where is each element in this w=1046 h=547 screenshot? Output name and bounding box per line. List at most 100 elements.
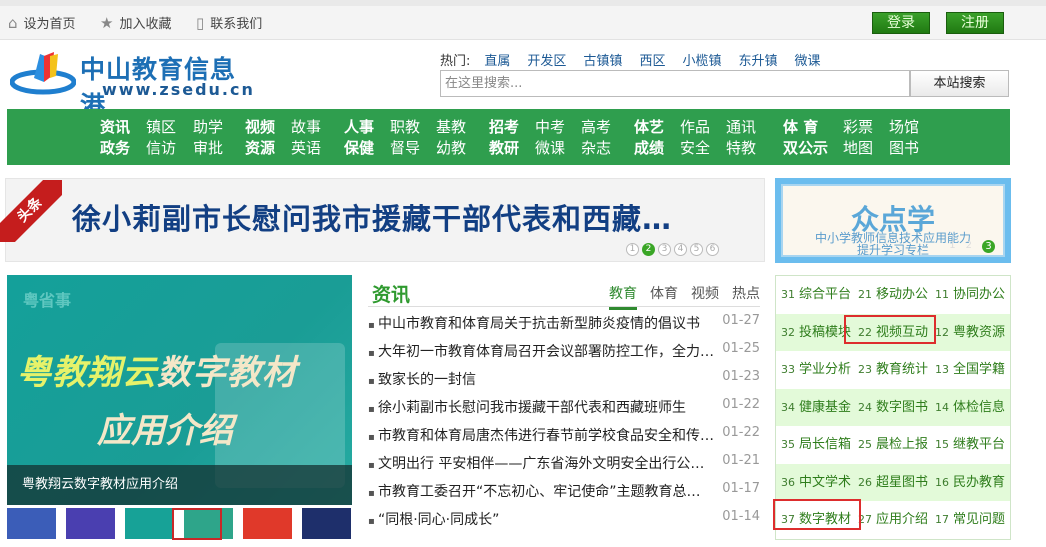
contact-link[interactable]: ▯ 联系我们: [196, 13, 262, 33]
service-link[interactable]: 31 综合平台: [781, 276, 851, 313]
ad-page-dot[interactable]: 1: [949, 240, 955, 253]
feature-thumbnail[interactable]: [302, 508, 351, 539]
nav-link[interactable]: 助学: [193, 117, 223, 138]
login-button[interactable]: 登录: [872, 12, 930, 34]
nav-link[interactable]: 成绩: [634, 138, 664, 159]
nav-link[interactable]: 审批: [193, 138, 223, 159]
feature-thumbnail[interactable]: [66, 508, 115, 539]
headline-page-dot[interactable]: 5: [690, 243, 703, 256]
news-item[interactable]: 市教育工委召开“不忘初心、牢记使命”主题教育总… 01-17: [368, 481, 760, 509]
hot-link[interactable]: 微课: [794, 50, 820, 69]
nav-link[interactable]: 体艺: [634, 117, 664, 138]
nav-link[interactable]: 作品: [680, 117, 710, 138]
nav-link[interactable]: 中考: [535, 117, 565, 138]
search-input[interactable]: 在这里搜索...: [440, 70, 910, 97]
service-link[interactable]: 34 健康基金: [781, 389, 851, 426]
nav-link[interactable]: 场馆: [889, 117, 919, 138]
set-homepage-link[interactable]: ⌂ 设为首页: [8, 13, 76, 33]
hot-link[interactable]: 小榄镇: [682, 50, 721, 69]
nav-link[interactable]: 招考: [489, 117, 519, 138]
news-title[interactable]: 中山市教育和体育局关于抗击新型肺炎疫情的倡议书: [368, 313, 700, 341]
service-link[interactable]: 12 粤教资源: [935, 314, 1005, 351]
news-item[interactable]: 徐小莉副市长慰问我市援藏干部代表和西藏班师生 01-22: [368, 397, 760, 425]
ad-page-dot[interactable]: 2: [966, 240, 972, 253]
nav-link[interactable]: 故事: [291, 117, 321, 138]
nav-link[interactable]: 保健: [344, 138, 374, 159]
nav-link[interactable]: 高考: [581, 117, 611, 138]
nav-link[interactable]: 地图: [843, 138, 873, 159]
nav-link[interactable]: 资讯: [100, 117, 130, 138]
nav-link[interactable]: 体 育: [783, 117, 828, 138]
nav-link[interactable]: 政务: [100, 138, 130, 159]
news-item[interactable]: “同根·同心·同成长” 01-14: [368, 509, 760, 537]
feature-thumbnail[interactable]: [243, 508, 292, 539]
nav-link[interactable]: 图书: [889, 138, 919, 159]
nav-link[interactable]: 教研: [489, 138, 519, 159]
news-title[interactable]: 致家长的一封信: [368, 369, 476, 397]
site-logo[interactable]: 中山教育信息港 www.zsedu.cn: [10, 46, 260, 120]
service-link[interactable]: 36 中文学术: [781, 464, 851, 501]
headline-page-dot[interactable]: 4: [674, 243, 687, 256]
service-link[interactable]: 17 常见问题: [935, 501, 1005, 538]
nav-link[interactable]: 双公示: [783, 138, 828, 159]
hot-link[interactable]: 开发区: [527, 50, 566, 69]
news-title[interactable]: 市教育工委召开“不忘初心、牢记使命”主题教育总…: [368, 481, 701, 509]
headline-link[interactable]: 徐小莉副市长慰问我市援藏干部代表和西藏…: [72, 196, 672, 238]
nav-link[interactable]: 安全: [680, 138, 710, 159]
news-item[interactable]: 文明出行 平安相伴——广东省海外文明安全出行公… 01-21: [368, 453, 760, 481]
service-link[interactable]: 32 投稿模块: [781, 314, 851, 351]
nav-link[interactable]: 通讯: [726, 117, 756, 138]
nav-link[interactable]: 视频: [245, 117, 275, 138]
news-title[interactable]: 大年初一市教育体育局召开会议部署防控工作，全力…: [368, 341, 714, 369]
hot-link[interactable]: 东升镇: [738, 50, 777, 69]
nav-link[interactable]: 特教: [726, 138, 756, 159]
service-link[interactable]: 23 教育统计: [858, 351, 928, 388]
news-title[interactable]: 市教育和体育局唐杰伟进行春节前学校食品安全和传…: [368, 425, 714, 453]
hot-link[interactable]: 古镇镇: [583, 50, 622, 69]
nav-link[interactable]: 职教: [390, 117, 420, 138]
add-favorite-link[interactable]: ★ 加入收藏: [100, 13, 171, 33]
search-button[interactable]: 本站搜索: [910, 70, 1009, 97]
nav-link[interactable]: 杂志: [581, 138, 611, 159]
feature-thumbnail[interactable]: [125, 508, 174, 539]
nav-link[interactable]: 督导: [390, 138, 420, 159]
service-link[interactable]: 15 继教平台: [935, 426, 1005, 463]
service-link[interactable]: 21 移动办公: [858, 276, 928, 313]
service-link[interactable]: 25 晨检上报: [858, 426, 928, 463]
news-item[interactable]: 中山市教育和体育局关于抗击新型肺炎疫情的倡议书 01-27: [368, 313, 760, 341]
feature-caption[interactable]: 粤教翔云数字教材应用介绍: [7, 465, 352, 505]
service-link[interactable]: 14 体检信息: [935, 389, 1005, 426]
nav-link[interactable]: 人事: [344, 117, 374, 138]
headline-page-dot[interactable]: 6: [706, 243, 719, 256]
zhongdianxue-banner[interactable]: 众点学 中小学教师信息技术应用能力 提升学习专栏 123: [775, 178, 1011, 263]
news-item[interactable]: 市教育和体育局唐杰伟进行春节前学校食品安全和传… 01-22: [368, 425, 760, 453]
service-link[interactable]: 11 协同办公: [935, 276, 1005, 313]
headline-page-dot[interactable]: 3: [658, 243, 671, 256]
service-link[interactable]: 27 应用介绍: [858, 501, 928, 538]
news-item[interactable]: 大年初一市教育体育局召开会议部署防控工作，全力… 01-25: [368, 341, 760, 369]
nav-link[interactable]: 基教: [436, 117, 466, 138]
hot-link[interactable]: 西区: [639, 50, 665, 69]
news-title[interactable]: “同根·同心·同成长”: [368, 509, 499, 537]
nav-link[interactable]: 幼教: [436, 138, 466, 159]
nav-link[interactable]: 彩票: [843, 117, 873, 138]
nav-link[interactable]: 信访: [146, 138, 176, 159]
ad-page-dot[interactable]: 3: [982, 240, 995, 253]
service-link[interactable]: 35 局长信箱: [781, 426, 851, 463]
service-link[interactable]: 16 民办教育: [935, 464, 1005, 501]
news-title[interactable]: 徐小莉副市长慰问我市援藏干部代表和西藏班师生: [368, 397, 686, 425]
service-link[interactable]: 24 数字图书: [858, 389, 928, 426]
service-link[interactable]: 26 超星图书: [858, 464, 928, 501]
headline-page-dot[interactable]: 1: [626, 243, 639, 256]
news-item[interactable]: 致家长的一封信 01-23: [368, 369, 760, 397]
service-link[interactable]: 13 全国学籍: [935, 351, 1005, 388]
headline-page-dot[interactable]: 2: [642, 243, 655, 256]
register-button[interactable]: 注册: [946, 12, 1004, 34]
nav-link[interactable]: 资源: [245, 138, 275, 159]
news-title[interactable]: 文明出行 平安相伴——广东省海外文明安全出行公…: [368, 453, 704, 481]
nav-link[interactable]: 英语: [291, 138, 321, 159]
nav-link[interactable]: 镇区: [146, 117, 176, 138]
feature-thumbnail[interactable]: [7, 508, 56, 539]
hot-link[interactable]: 直属: [484, 50, 510, 69]
nav-link[interactable]: 微课: [535, 138, 565, 159]
